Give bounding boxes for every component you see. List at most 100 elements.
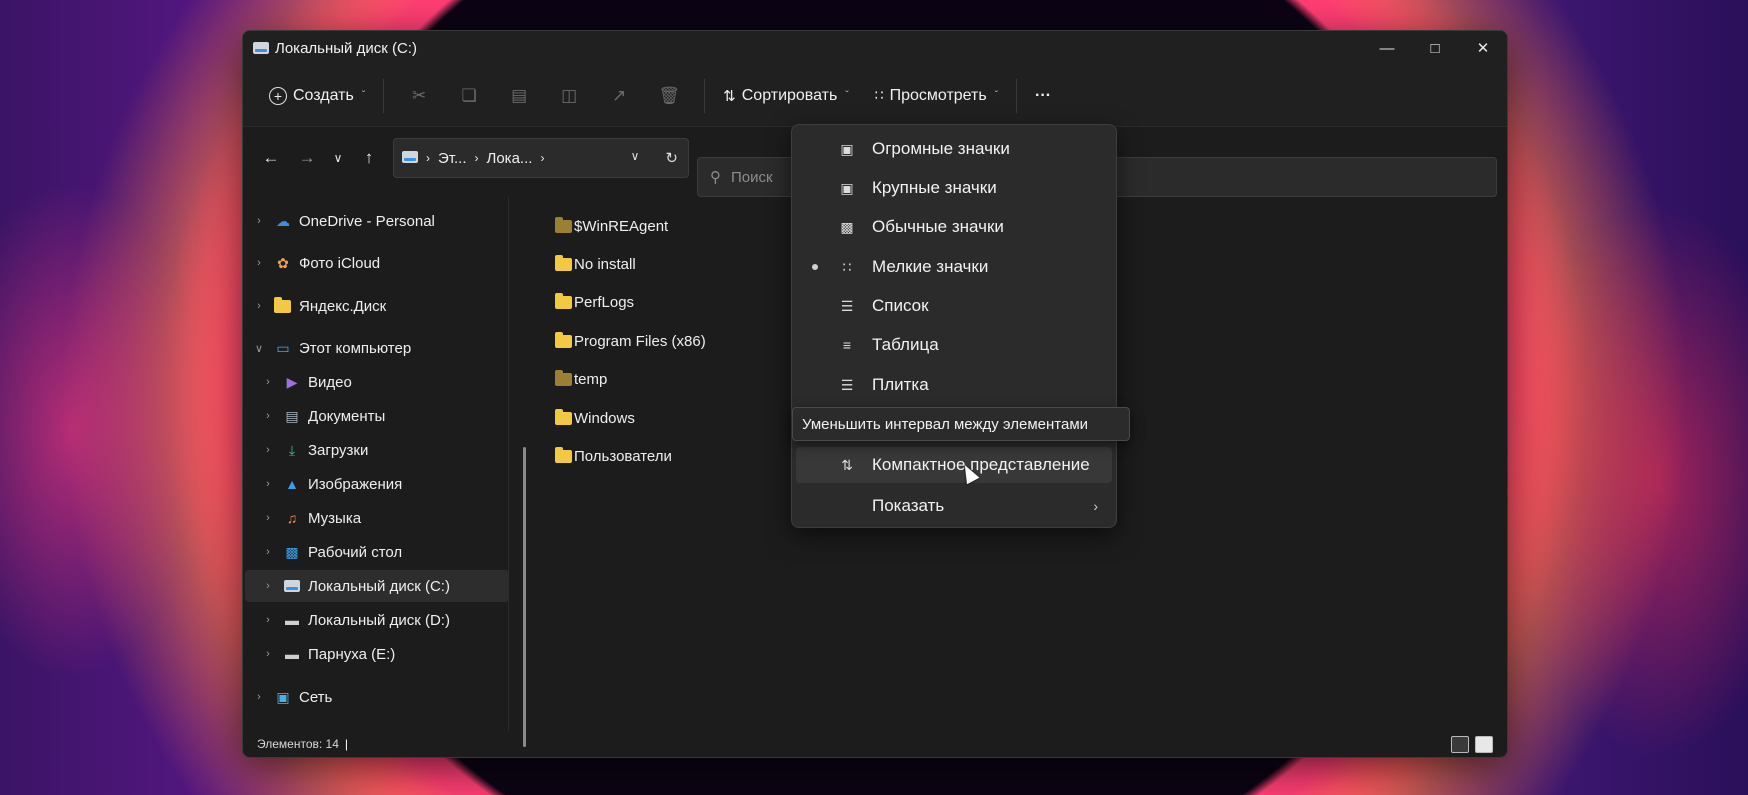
breadcrumb-segment[interactable]: Эт... [438, 150, 467, 167]
address-bar[interactable]: › Эт... › Лока... › ∨ ↻ [393, 138, 689, 178]
recent-chevron-icon[interactable]: ∨ [325, 140, 351, 176]
sidebar-item-drive-e[interactable]: › ▬ Парнуха (E:) [260, 638, 510, 670]
file-name: Windows [574, 409, 635, 427]
sidebar-item-icloud-photos[interactable]: › ✿ Фото iCloud [251, 247, 501, 279]
sidebar-item-label: Рабочий стол [308, 543, 403, 561]
menu-item-label: Таблица [872, 335, 939, 354]
list-item[interactable]: $WinREAgent [555, 207, 706, 245]
back-arrow-icon[interactable]: ← [253, 140, 289, 176]
sidebar-item-onedrive[interactable]: › ☁ OneDrive - Personal [251, 205, 501, 237]
refresh-icon[interactable]: ↻ [665, 149, 678, 167]
menu-item-extra-large-icons[interactable]: ▣ Огромные значки [796, 131, 1112, 167]
file-name: No install [574, 256, 636, 274]
view-toggles [1451, 736, 1493, 753]
yandex-disk-icon [273, 296, 293, 315]
sidebar-item-network[interactable]: › ▣ Сеть [251, 681, 501, 713]
menu-item-small-icons[interactable]: ∷ Мелкие значки [796, 249, 1112, 285]
breadcrumb-segment[interactable]: Лока... [487, 150, 533, 167]
view-button[interactable]: ∷ Просмотреть ˇ [867, 81, 1006, 111]
expand-chevron-icon[interactable]: › [251, 215, 267, 227]
expand-chevron-icon[interactable]: › [260, 376, 276, 388]
title-bar[interactable]: Локальный диск (C:) — □ ✕ [243, 31, 1507, 65]
menu-item-tiles[interactable]: ☰ Плитка [796, 367, 1112, 403]
more-options-button[interactable]: ··· [1027, 81, 1059, 111]
list-item[interactable]: Пользователи [555, 437, 706, 475]
sidebar-item-label: Локальный диск (C:) [308, 577, 450, 595]
menu-item-compact-view[interactable]: ⇅ Компактное представление [796, 447, 1112, 483]
copy-icon[interactable]: ❏ [451, 78, 487, 114]
sidebar-item-label: Яндекс.Диск [299, 297, 387, 315]
expand-chevron-icon[interactable]: › [260, 546, 276, 558]
chevron-down-icon[interactable]: ∨ [631, 149, 640, 167]
drive-c-icon [282, 577, 302, 595]
menu-item-medium-icons[interactable]: ▩ Обычные значки [796, 209, 1112, 245]
expand-chevron-icon[interactable]: › [260, 580, 276, 592]
tooltip-text: Уменьшить интервал между элементами [802, 415, 1089, 433]
address-actions: ∨ ↻ [631, 149, 678, 167]
collapse-chevron-icon[interactable]: ∨ [251, 342, 267, 355]
expand-chevron-icon[interactable]: › [260, 478, 276, 490]
sort-button[interactable]: ⇅ Сортировать ˇ [715, 81, 857, 111]
music-icon: ♫ [286, 510, 298, 526]
computer-icon: ▭ [276, 339, 290, 356]
list-item[interactable]: Program Files (x86) [555, 322, 706, 360]
sidebar-item-local-disk-d[interactable]: › ▬ Локальный диск (D:) [260, 604, 510, 636]
expand-chevron-icon[interactable]: › [260, 410, 276, 422]
menu-item-show[interactable]: Показать › [796, 488, 1112, 524]
window-controls: — □ ✕ [1363, 31, 1507, 65]
expand-chevron-icon[interactable]: › [260, 648, 276, 660]
details-view-icon: ≡ [842, 337, 852, 353]
share-icon[interactable]: ↗ [601, 78, 637, 114]
drive-c-icon [253, 41, 269, 55]
expand-chevron-icon[interactable]: › [260, 614, 276, 626]
list-view-icon: ☰ [840, 297, 854, 314]
menu-item-details[interactable]: ≡ Таблица [796, 327, 1112, 363]
expand-chevron-icon[interactable]: › [260, 444, 276, 456]
sidebar-item-desktop[interactable]: › ▩ Рабочий стол [260, 536, 510, 568]
rename-icon[interactable]: ◫ [551, 78, 587, 114]
menu-item-list[interactable]: ☰ Список [796, 288, 1112, 324]
sidebar-item-this-pc[interactable]: ∨ ▭ Этот компьютер [251, 332, 501, 364]
up-arrow-icon[interactable]: ↑ [351, 140, 387, 176]
chevron-down-icon: ˇ [845, 90, 849, 101]
sort-icon: ⇅ [723, 87, 736, 105]
close-button[interactable]: ✕ [1459, 31, 1507, 65]
expand-chevron-icon[interactable]: › [260, 512, 276, 524]
sidebar-item-yandex-disk[interactable]: › Яндекс.Диск [251, 290, 501, 322]
icloud-photos-icon: ✿ [277, 254, 289, 271]
file-name: $WinREAgent [574, 217, 669, 235]
expand-chevron-icon[interactable]: › [251, 300, 267, 312]
details-view-icon[interactable] [1451, 736, 1469, 753]
folder-icon [555, 408, 572, 425]
list-item[interactable]: Windows [555, 399, 706, 437]
sidebar-item-videos[interactable]: › ▶ Видео [260, 366, 510, 398]
sidebar-item-documents[interactable]: › ▤ Документы [260, 400, 510, 432]
sidebar-item-local-disk-c[interactable]: › Локальный диск (C:) [245, 570, 509, 602]
cut-icon[interactable]: ✂ [401, 78, 437, 114]
paste-icon[interactable]: ▤ [501, 78, 537, 114]
menu-item-large-icons[interactable]: ▣ Крупные значки [796, 170, 1112, 206]
list-item[interactable]: PerfLogs [555, 284, 706, 322]
maximize-button[interactable]: □ [1411, 31, 1459, 65]
view-label: Просмотреть [889, 86, 987, 104]
add-icon: + [269, 86, 287, 105]
sidebar-item-downloads[interactable]: › ⤓ Загрузки [260, 434, 510, 466]
create-button[interactable]: + Создать ˇ [261, 81, 373, 111]
folder-icon [555, 331, 572, 348]
list-item[interactable]: No install [555, 245, 706, 283]
expand-chevron-icon[interactable]: › [251, 257, 267, 269]
view-dropdown-menu: ▣ Огромные значки ▣ Крупные значки ▩ Обы… [791, 124, 1117, 528]
list-item[interactable]: temp [555, 361, 706, 399]
menu-item-label: Обычные значки [872, 217, 1004, 236]
sidebar-item-music[interactable]: › ♫ Музыка [260, 502, 510, 534]
menu-item-label: Компактное представление [872, 455, 1090, 474]
sidebar-scrollbar[interactable] [523, 447, 526, 747]
large-icons-view-icon[interactable] [1475, 736, 1493, 753]
small-icons-icon: ∷ [842, 258, 852, 275]
forward-arrow-icon[interactable]: → [289, 140, 325, 176]
sidebar-item-pictures[interactable]: › ▲ Изображения [260, 468, 510, 500]
minimize-button[interactable]: — [1363, 31, 1411, 65]
video-icon: ▶ [286, 373, 298, 390]
delete-icon[interactable]: 🗑 [651, 78, 687, 114]
expand-chevron-icon[interactable]: › [251, 691, 267, 703]
